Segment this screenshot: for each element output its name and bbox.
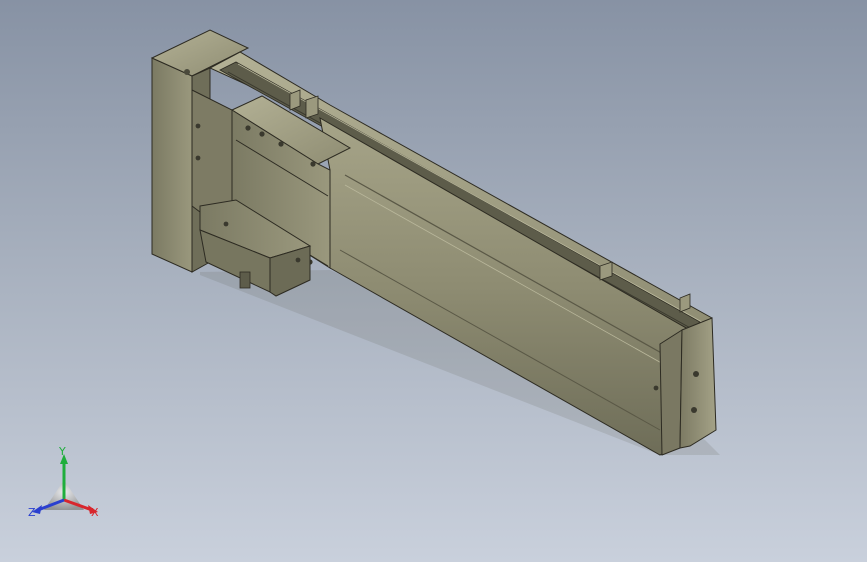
end-cap-face[interactable]	[679, 317, 717, 449]
bolt-icon	[223, 221, 229, 227]
bolt-icon	[195, 155, 201, 161]
bolt-icon	[691, 407, 697, 413]
bolt-icon	[259, 131, 265, 137]
side-housing[interactable]	[191, 89, 233, 213]
bolt-icon	[310, 161, 316, 167]
linear-actuator-model[interactable]	[0, 0, 867, 562]
bolt-icon	[278, 141, 284, 147]
bolt-icon	[295, 257, 301, 263]
graphics-viewport[interactable]: Y X Z	[0, 0, 867, 562]
bolt-icon	[653, 385, 659, 391]
bolt-icon	[195, 123, 201, 129]
bolt-icon	[693, 371, 699, 377]
x-axis-label: X	[91, 506, 99, 519]
view-orientation-triad[interactable]: Y X Z	[20, 444, 110, 534]
connector-tab	[239, 271, 251, 289]
bolt-icon	[245, 125, 251, 131]
end-cap-side[interactable]	[659, 329, 683, 456]
bolt-icon	[184, 69, 190, 75]
top-bracket	[289, 89, 301, 111]
z-axis-label: Z	[28, 506, 36, 519]
y-axis-label: Y	[58, 445, 66, 458]
top-bracket	[305, 95, 319, 119]
motor-end-plate-front[interactable]	[151, 57, 193, 273]
